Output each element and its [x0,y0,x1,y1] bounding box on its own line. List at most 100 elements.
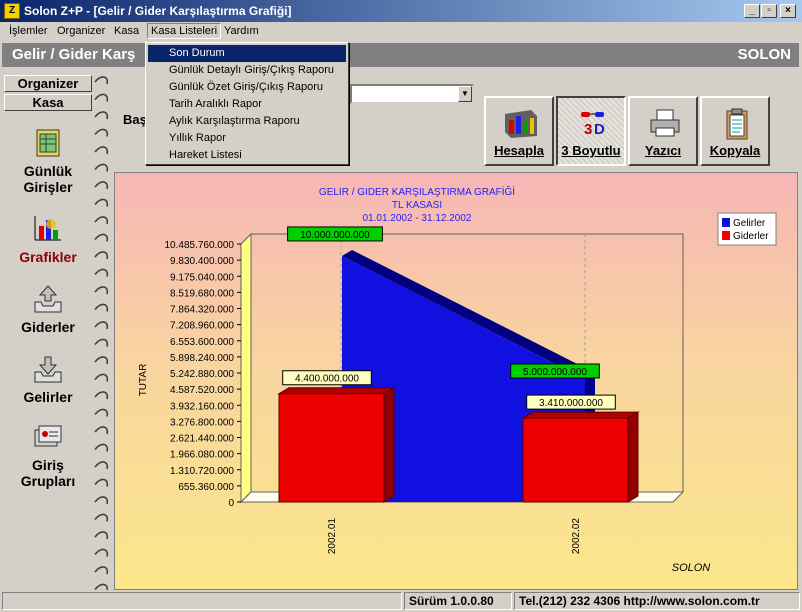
gelir-gider-chart: GELIR / GIDER KARŞILAŞTIRMA GRAFİĞİ TL K… [138,185,777,574]
giderler-bar [278,393,385,503]
y-tick-label: 1.966.080.000 [170,450,234,461]
sidebar-label: Giriş [32,457,64,473]
hesapla-button[interactable]: Hesapla [484,96,554,166]
ledger-icon [36,129,60,157]
menu-kasa[interactable]: Kasa [114,25,139,37]
sidebar-label: Girişler [23,179,73,195]
3d-glasses-icon: 3 D [581,112,605,138]
account-combo[interactable]: ▼ [350,84,474,104]
y-tick-label: 2.621.440.000 [170,434,234,445]
chart-icon [34,216,61,241]
y-tick-label: 0 [228,498,234,509]
spiral-ring [94,461,109,470]
sidebar: Organizer Kasa Günlük Girişler Grafikler… [2,70,92,590]
hesapla-label: Hesapla [494,143,544,158]
minimize-button[interactable]: _ [744,4,760,18]
statusbar: Sürüm 1.0.0.80 Tel.(212) 232 4306 http:/… [0,590,802,612]
svg-text:3: 3 [584,121,592,138]
menu-islemler[interactable]: İşlemler [9,25,48,37]
sidebar-tab-kasa[interactable]: Kasa [4,94,92,111]
chart-side-wall [240,232,252,504]
status-contact: Tel.(212) 232 4306 http://www.solon.com.… [514,592,800,610]
spiral-ring [94,251,109,260]
kopyala-label: Kopyala [709,143,761,158]
y-tick-label: 10.485.760.000 [164,240,234,251]
printer-icon [650,109,680,137]
spiral-ring [94,146,109,155]
status-empty [2,592,402,610]
clipboard-icon [726,108,748,140]
chevron-down-icon[interactable]: ▼ [458,86,472,102]
spiral-ring [94,268,109,277]
spiral-binding [94,76,109,590]
spiral-ring [94,373,109,382]
x-tick-label: 2002.01 [327,518,338,555]
spiral-ring [94,233,109,242]
3-boyutlu-label: 3 Boyutlu [561,143,621,158]
sidebar-item-gunluk-girisler[interactable]: Günlük Girişler [4,126,92,195]
menu-item-tarih-aralikli[interactable]: Tarih Aralıklı Rapor [148,96,346,113]
calculate-icon [505,110,537,138]
inbox-icon [34,356,62,383]
spiral-ring [94,513,109,522]
sidebar-label: Gelirler [23,389,73,405]
svg-text:D: D [594,121,605,138]
mdi-title: Gelir / Gider Karş [12,46,136,63]
y-tick-label: 7.208.960.000 [170,321,234,332]
spiral-ring [94,128,109,137]
legend-label-gelirler: Gelirler [733,218,766,229]
menu-kasa-listeleri[interactable]: Kasa Listeleri [147,23,222,39]
sidebar-item-grafikler[interactable]: Grafikler [4,212,92,265]
legend-swatch-gelirler [722,218,730,227]
y-tick-label: 8.519.680.000 [170,288,234,299]
app-icon[interactable]: Z [4,3,20,19]
y-tick-label: 9.830.400.000 [170,256,234,267]
legend-swatch-giderler [722,231,730,240]
sidebar-item-giderler[interactable]: Giderler [4,282,92,335]
menu-item-gunluk-ozet[interactable]: Günlük Özet Giriş/Çıkış Raporu [148,79,346,96]
y-tick-label: 5.242.880.000 [170,369,234,380]
data-label-giderler: 3.410.000.000 [539,398,603,409]
menu-item-aylik-karsilastirma[interactable]: Aylık Karşılaştırma Raporu [148,113,346,130]
spiral-ring [94,566,109,575]
chart-panel: GELIR / GIDER KARŞILAŞTIRMA GRAFİĞİ TL K… [114,172,798,590]
giderler-bar-side [383,386,395,503]
y-tick-label: 1.310.720.000 [170,466,234,477]
menu-item-son-durum[interactable]: Son Durum [148,45,346,62]
spiral-ring [94,356,109,365]
data-label-gelirler: 5.000.000.000 [523,367,587,378]
sidebar-item-giris-gruplari[interactable]: Giriş Grupları [4,420,92,489]
spiral-ring [94,303,109,312]
sidebar-item-gelirler[interactable]: Gelirler [4,352,92,405]
menu-organizer[interactable]: Organizer [57,25,105,37]
restore-button[interactable]: ▫ [761,4,777,18]
sidebar-tab-organizer[interactable]: Organizer [4,75,92,92]
mdi-titlebar: Gelir / Gider Karş SOLON [2,43,799,67]
spiral-ring [94,496,109,505]
bas-label: Baş [123,112,147,127]
menu-yardim[interactable]: Yardım [224,25,259,37]
sidebar-label: Grafikler [19,249,77,265]
spiral-ring [94,76,109,85]
spiral-ring [94,531,109,540]
spiral-ring [94,391,109,400]
spiral-ring [94,321,109,330]
menu-item-hareket-listesi[interactable]: Hareket Listesi [148,147,346,164]
data-label-giderler: 4.400.000.000 [295,374,359,385]
3-boyutlu-button[interactable]: 3 D 3 Boyutlu [556,96,626,166]
outbox-icon [34,285,62,313]
window-titlebar[interactable]: Z Solon Z+P - [Gelir / Gider Karşılaştır… [0,0,802,22]
menu-item-gunluk-detayli[interactable]: Günlük Detaylı Giriş/Çıkış Raporu [148,62,346,79]
kopyala-button[interactable]: Kopyala [700,96,770,166]
y-tick-label: 6.553.600.000 [170,337,234,348]
yazici-button[interactable]: Yazıcı [628,96,698,166]
spiral-ring [94,111,109,120]
spiral-ring [94,443,109,452]
spiral-ring [94,198,109,207]
close-button[interactable]: × [780,4,796,18]
y-tick-label: 3.932.160.000 [170,401,234,412]
menu-item-yillik-rapor[interactable]: Yıllık Rapor [148,130,346,147]
chart-period: 01.01.2002 - 31.12.2002 [363,213,472,224]
y-tick-label: 7.864.320.000 [170,305,234,316]
y-tick-label: 5.898.240.000 [170,353,234,364]
